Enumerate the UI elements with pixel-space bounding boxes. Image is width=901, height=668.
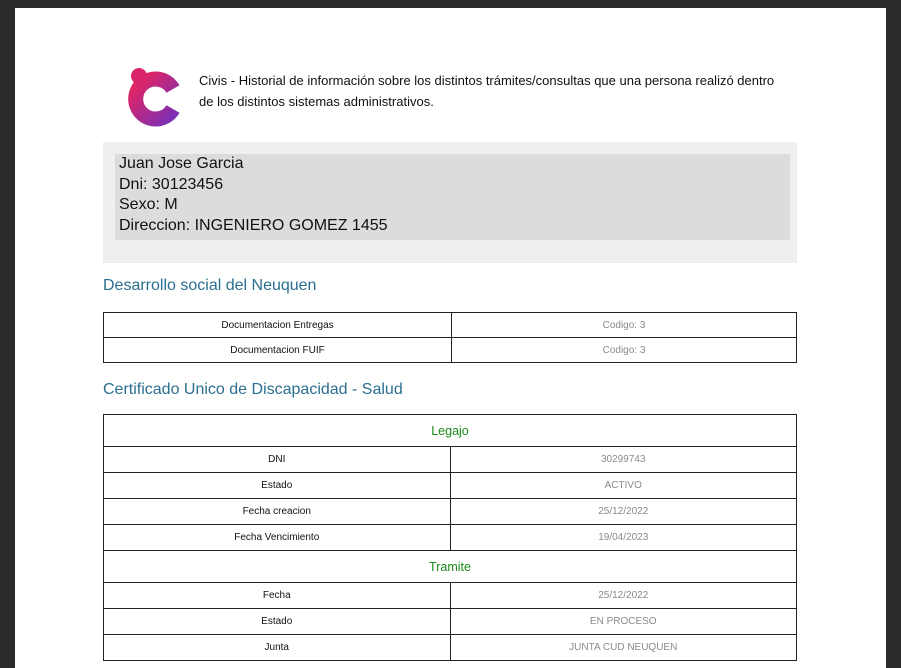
- group-heading-row: Tramite: [103, 550, 797, 583]
- person-name: Juan Jose Garcia: [119, 155, 244, 172]
- row-label: DNI: [103, 446, 451, 473]
- person-dni: Dni: 30123456: [119, 175, 224, 193]
- row-value: ACTIVO: [449, 472, 797, 499]
- table-row: Fecha Vencimiento 19/04/2023: [103, 524, 797, 551]
- row-value: 25/12/2022: [449, 498, 797, 525]
- table-row: Estado ACTIVO: [103, 472, 797, 499]
- table-row: Junta JUNTA CUD NEUQUEN: [103, 634, 797, 661]
- table-row: DNI 30299743: [103, 446, 797, 473]
- person-direccion: Direccion: INGENIERO GOMEZ 1455: [119, 216, 388, 234]
- row-label: Estado: [103, 472, 451, 499]
- table-row: Fecha 25/12/2022: [103, 582, 797, 609]
- row-value: Codigo: 3: [451, 337, 797, 363]
- row-label: Fecha Vencimiento: [103, 524, 451, 551]
- row-label: Junta: [103, 634, 451, 661]
- group-heading-legajo: Legajo: [103, 414, 797, 447]
- table-row: Estado EN PROCESO: [103, 608, 797, 635]
- row-label: Estado: [103, 608, 451, 635]
- desarrollo-social-table: Documentacion Entregas Codigo: 3 Documen…: [103, 312, 797, 363]
- group-heading-row: Legajo: [103, 414, 797, 447]
- row-value: 25/12/2022: [449, 582, 797, 609]
- document-page: Civis - Historial de información sobre l…: [15, 8, 886, 668]
- report-description: Civis - Historial de información sobre l…: [199, 73, 775, 109]
- person-info-panel: Juan Jose Garcia Dni: 30123456 Sexo: M D…: [103, 142, 797, 263]
- row-value: 19/04/2023: [449, 524, 797, 551]
- person-info-box: Juan Jose Garcia Dni: 30123456 Sexo: M D…: [115, 154, 790, 240]
- row-value: 30299743: [449, 446, 797, 473]
- person-sexo: Sexo: M: [119, 196, 178, 213]
- row-label: Documentacion FUIF: [103, 337, 452, 363]
- table-row: Documentacion FUIF Codigo: 3: [103, 337, 797, 363]
- group-heading-tramite: Tramite: [103, 550, 797, 583]
- row-value: EN PROCESO: [449, 608, 797, 635]
- row-label: Fecha: [103, 582, 451, 609]
- row-value: Codigo: 3: [451, 312, 797, 338]
- section-title-cud: Certificado Unico de Discapacidad - Salu…: [103, 381, 403, 398]
- row-value: JUNTA CUD NEUQUEN: [449, 634, 797, 661]
- section-title-desarrollo-social: Desarrollo social del Neuquen: [103, 277, 317, 294]
- row-label: Documentacion Entregas: [103, 312, 452, 338]
- civis-logo: [128, 68, 180, 127]
- table-row: Fecha creacion 25/12/2022: [103, 498, 797, 525]
- table-row: Documentacion Entregas Codigo: 3: [103, 312, 797, 338]
- cud-table: Legajo DNI 30299743 Estado ACTIVO Fecha …: [103, 414, 797, 661]
- row-label: Fecha creacion: [103, 498, 451, 525]
